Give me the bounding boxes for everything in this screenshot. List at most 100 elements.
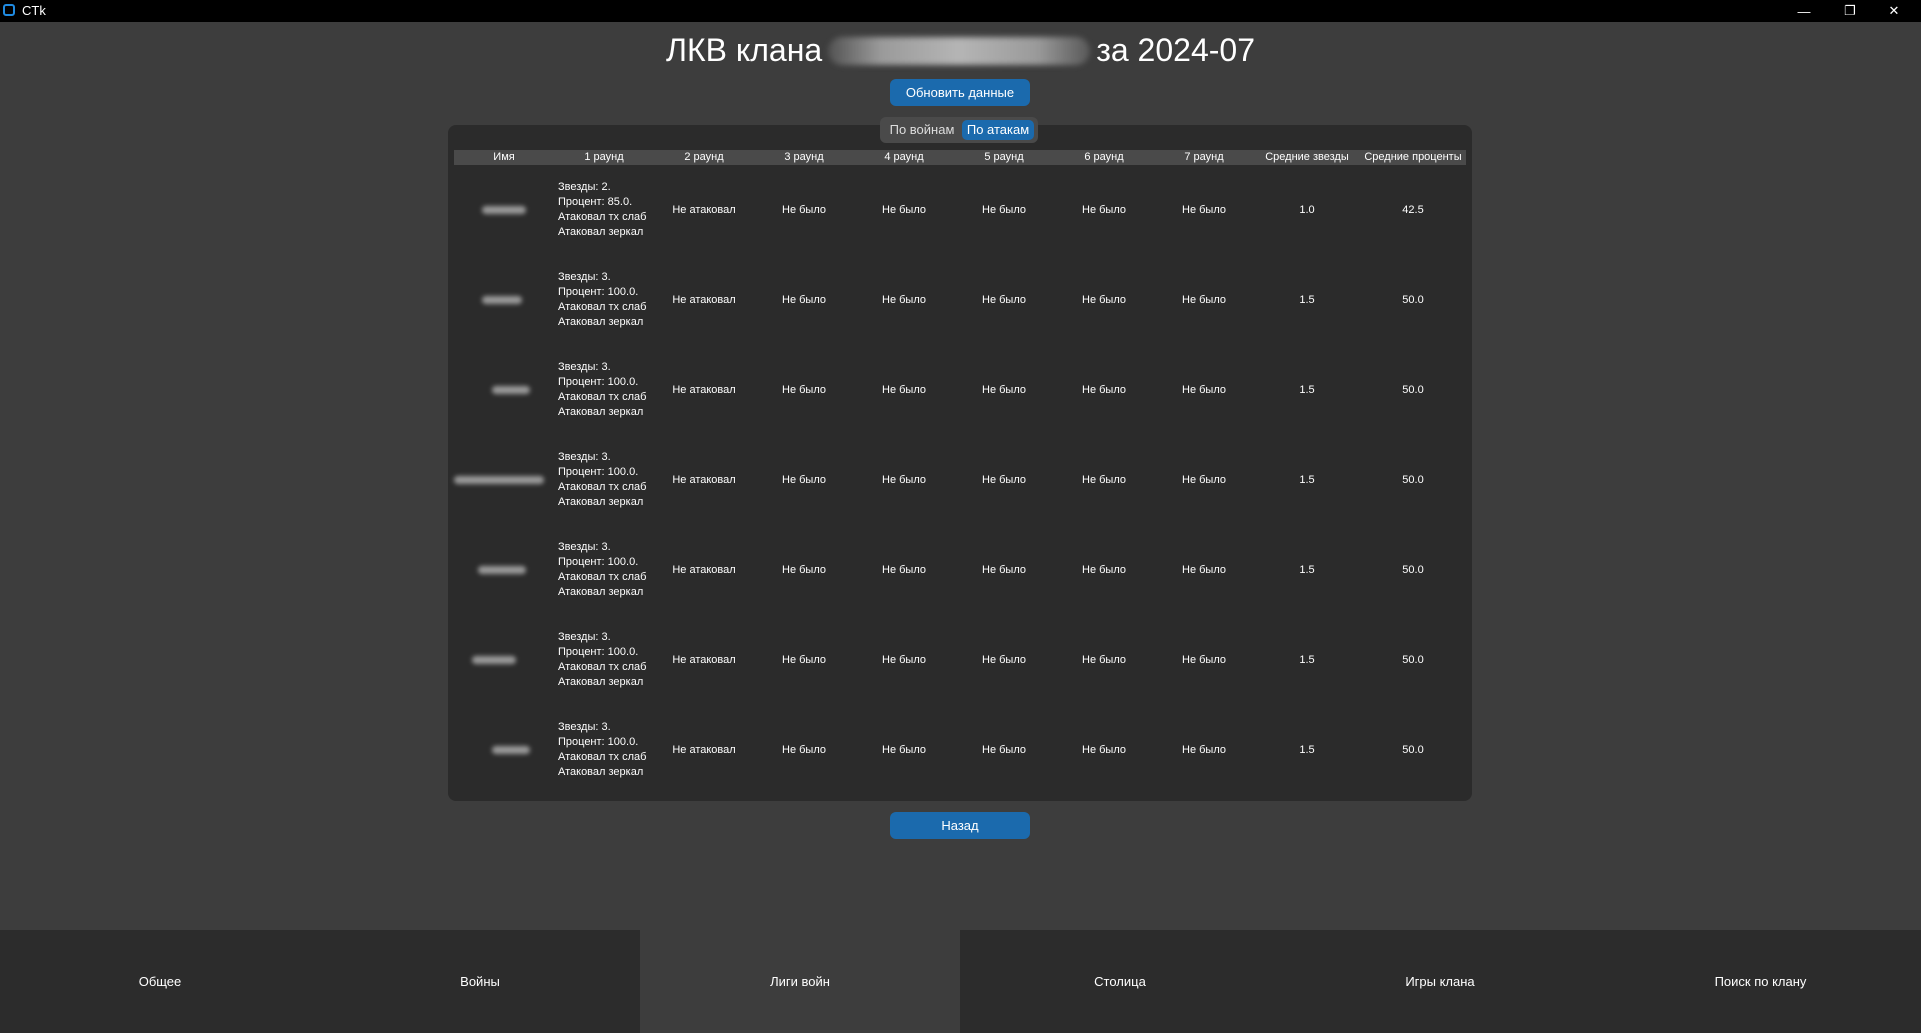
attack-info-line: Звезды: 3. <box>558 541 611 553</box>
column-header-round-6: 6 раунд <box>1084 151 1124 163</box>
attack-info-line: Атаковал зеркал <box>558 586 644 598</box>
column-header-name: Имя <box>493 151 515 163</box>
attack-info-line: Процент: 100.0. <box>558 736 639 748</box>
round-5-cell: Не было <box>982 654 1026 666</box>
view-by-wars-tab[interactable]: По войнам <box>884 120 960 140</box>
redacted-player-name <box>472 656 516 664</box>
round-6-cell: Не было <box>1082 564 1126 576</box>
table-row: Звезды: 3. Процент: 100.0. Атаковал тх сла… <box>454 255 1466 345</box>
round-2-cell: Не атаковал <box>672 564 736 576</box>
round-6-cell: Не было <box>1082 204 1126 216</box>
redacted-player-name <box>482 206 526 214</box>
round-5-cell: Не было <box>982 294 1026 306</box>
attack-info-line: Атаковал тх слаб <box>558 211 647 223</box>
nav-tab-clan-games[interactable]: Игры клана <box>1280 930 1600 1033</box>
attack-info-line: Процент: 100.0. <box>558 646 639 658</box>
round-1-attack-info: Звезды: 3. Процент: 100.0. Атаковал тх сла… <box>558 615 650 705</box>
player-name-cell <box>454 435 554 525</box>
maximize-button[interactable]: ❐ <box>1828 0 1872 22</box>
player-name-cell <box>454 165 554 255</box>
nav-tab-wars[interactable]: Войны <box>320 930 640 1033</box>
round-7-cell: Не было <box>1182 744 1226 756</box>
round-1-attack-info: Звезды: 3. Процент: 100.0. Атаковал тх сла… <box>558 435 650 525</box>
avg-percent-cell: 50.0 <box>1402 384 1424 396</box>
attack-info-line: Звезды: 3. <box>558 451 611 463</box>
round-2-cell: Не атаковал <box>672 384 736 396</box>
attack-info-line: Атаковал зеркал <box>558 316 644 328</box>
round-2-cell: Не атаковал <box>672 654 736 666</box>
player-name-cell <box>454 705 554 795</box>
round-4-cell: Не было <box>882 654 926 666</box>
attack-info-line: Атаковал тх слаб <box>558 481 647 493</box>
round-4-cell: Не было <box>882 744 926 756</box>
table-row: Звезды: 3. Процент: 100.0. Атаковал тх сла… <box>454 615 1466 705</box>
table-row: Звезды: 3. Процент: 100.0. Атаковал тх сла… <box>454 525 1466 615</box>
page-title-prefix: ЛКВ клана <box>666 32 823 69</box>
nav-tab-clan-search[interactable]: Поиск по клану <box>1600 930 1921 1033</box>
round-7-cell: Не было <box>1182 294 1226 306</box>
avg-stars-cell: 1.5 <box>1299 384 1315 396</box>
round-3-cell: Не было <box>782 384 826 396</box>
attack-info-line: Процент: 100.0. <box>558 286 639 298</box>
round-4-cell: Не было <box>882 564 926 576</box>
attack-info-line: Звезды: 3. <box>558 271 611 283</box>
avg-percent-cell: 50.0 <box>1402 564 1424 576</box>
attacks-table: Имя 1 раунд 2 раунд 3 раунд 4 раунд 5 раунд 6 … <box>454 150 1466 795</box>
close-button[interactable]: ✕ <box>1872 0 1916 22</box>
round-7-cell: Не было <box>1182 564 1226 576</box>
attack-info-line: Процент: 100.0. <box>558 466 639 478</box>
round-4-cell: Не было <box>882 384 926 396</box>
round-1-attack-info: Звезды: 3. Процент: 100.0. Атаковал тх сла… <box>558 255 650 345</box>
view-by-attacks-tab[interactable]: По атакам <box>962 120 1034 140</box>
attack-info-line: Атаковал тх слаб <box>558 751 647 763</box>
avg-stars-cell: 1.5 <box>1299 474 1315 486</box>
page-title: ЛКВ клана за 2024-07 <box>0 30 1921 69</box>
table-header: Имя 1 раунд 2 раунд 3 раунд 4 раунд 5 раунд 6 … <box>454 150 1466 165</box>
attack-info-line: Звезды: 3. <box>558 361 611 373</box>
attack-info-line: Звезды: 3. <box>558 631 611 643</box>
round-2-cell: Не атаковал <box>672 744 736 756</box>
column-header-avg-stars: Средние звезды <box>1265 151 1349 163</box>
round-7-cell: Не было <box>1182 204 1226 216</box>
attack-info-line: Атаковал зеркал <box>558 676 644 688</box>
refresh-data-button[interactable]: Обновить данные <box>890 79 1030 106</box>
round-4-cell: Не было <box>882 474 926 486</box>
round-6-cell: Не было <box>1082 384 1126 396</box>
attack-info-line: Атаковал зеркал <box>558 766 644 778</box>
round-3-cell: Не было <box>782 744 826 756</box>
round-1-attack-info: Звезды: 3. Процент: 100.0. Атаковал тх сла… <box>558 705 650 795</box>
page-title-suffix: за 2024-07 <box>1096 32 1255 69</box>
back-button[interactable]: Назад <box>890 812 1030 839</box>
redacted-player-name <box>492 746 530 754</box>
round-2-cell: Не атаковал <box>672 474 736 486</box>
round-1-attack-info: Звезды: 2. Процент: 85.0. Атаковал тх слаб… <box>558 165 650 255</box>
column-header-round-1: 1 раунд <box>584 151 624 163</box>
nav-tab-war-leagues[interactable]: Лиги войн <box>640 930 960 1033</box>
round-5-cell: Не было <box>982 564 1026 576</box>
round-6-cell: Не было <box>1082 744 1126 756</box>
round-5-cell: Не было <box>982 744 1026 756</box>
round-5-cell: Не было <box>982 474 1026 486</box>
player-name-cell <box>454 615 554 705</box>
round-3-cell: Не было <box>782 474 826 486</box>
redacted-player-name <box>478 566 526 574</box>
view-toggle: По войнам По атакам <box>880 117 1038 143</box>
round-3-cell: Не было <box>782 294 826 306</box>
attack-info-line: Атаковал тх слаб <box>558 661 647 673</box>
table-row: Звезды: 3. Процент: 100.0. Атаковал тх сла… <box>454 435 1466 525</box>
column-header-round-2: 2 раунд <box>684 151 724 163</box>
table-row: Звезды: 2. Процент: 85.0. Атаковал тх слаб… <box>454 165 1466 255</box>
attack-info-line: Атаковал тх слаб <box>558 571 647 583</box>
nav-tab-capital[interactable]: Столица <box>960 930 1280 1033</box>
minimize-button[interactable]: — <box>1782 0 1826 22</box>
attack-info-line: Атаковал зеркал <box>558 496 644 508</box>
avg-percent-cell: 50.0 <box>1402 294 1424 306</box>
round-7-cell: Не было <box>1182 384 1226 396</box>
attack-info-line: Атаковал зеркал <box>558 406 644 418</box>
round-4-cell: Не было <box>882 294 926 306</box>
avg-percent-cell: 50.0 <box>1402 654 1424 666</box>
column-header-round-5: 5 раунд <box>984 151 1024 163</box>
nav-tab-general[interactable]: Общее <box>0 930 320 1033</box>
round-2-cell: Не атаковал <box>672 204 736 216</box>
round-3-cell: Не было <box>782 204 826 216</box>
